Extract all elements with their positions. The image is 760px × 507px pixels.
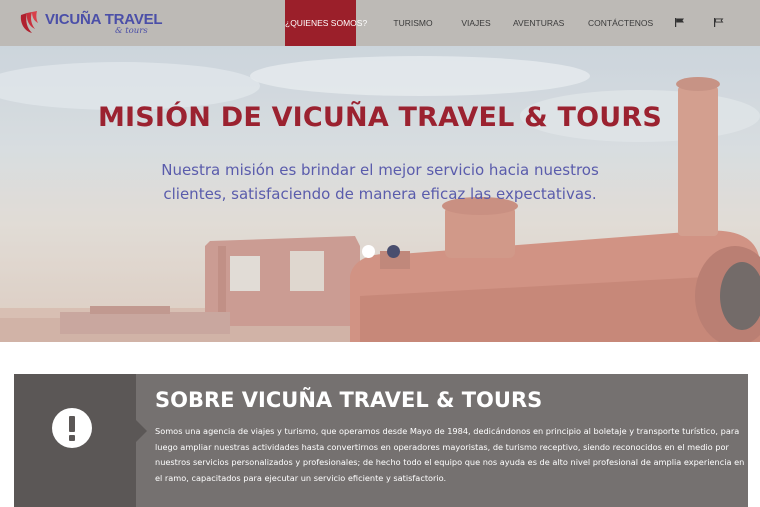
about-arrow bbox=[136, 420, 147, 442]
flag-en-icon[interactable] bbox=[709, 0, 729, 46]
logo-tagline: & tours bbox=[115, 26, 148, 36]
exclamation-circle-icon bbox=[52, 408, 92, 448]
hero-title: MISIÓN DE VICUÑA TRAVEL & TOURS bbox=[97, 102, 663, 133]
slider-dot-2[interactable] bbox=[387, 245, 400, 258]
nav-item-turismo[interactable]: TURISMO bbox=[388, 0, 438, 46]
hero-text: Nuestra misión es brindar el mejor servi… bbox=[161, 161, 599, 203]
about-icon-panel bbox=[14, 374, 136, 507]
site-header: VICUÑA TRAVEL & tours ¿QUIENES SOMOS? TU… bbox=[0, 0, 760, 46]
hero-slider: MISIÓN DE VICUÑA TRAVEL & TOURS Nuestra … bbox=[0, 46, 760, 342]
about-section: SOBRE VICUÑA TRAVEL & TOURS Somos una ag… bbox=[14, 374, 748, 507]
nav-item-quienes-somos[interactable]: ¿QUIENES SOMOS? bbox=[285, 0, 367, 46]
nav-item-aventuras[interactable]: AVENTURAS bbox=[513, 0, 564, 46]
vicuna-logo-icon bbox=[20, 11, 38, 33]
slider-dot-1[interactable] bbox=[362, 245, 375, 258]
nav-item-viajes[interactable]: VIAJES bbox=[456, 0, 496, 46]
about-text: Somos una agencia de viajes y turismo, q… bbox=[155, 426, 745, 483]
nav-item-contactenos[interactable]: CONTÁCTENOS bbox=[588, 0, 653, 46]
about-title: SOBRE VICUÑA TRAVEL & TOURS bbox=[155, 388, 543, 412]
flag-es-icon[interactable] bbox=[670, 0, 690, 46]
